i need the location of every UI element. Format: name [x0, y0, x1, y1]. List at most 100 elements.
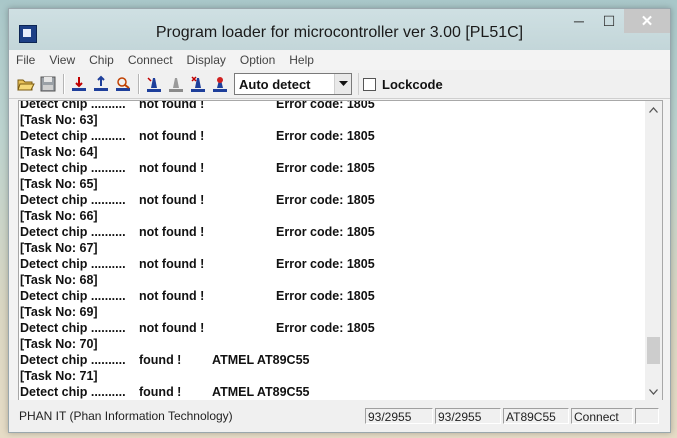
detect-label: Detect chip .......... — [20, 225, 126, 239]
log-line-task: [Task No: 70] — [20, 336, 644, 352]
scroll-down-button[interactable] — [645, 383, 662, 400]
detect-label: Detect chip .......... — [20, 289, 126, 303]
detect-status: found ! — [139, 385, 182, 399]
verify-icon — [116, 77, 130, 91]
erase-button[interactable] — [144, 74, 164, 94]
open-button[interactable] — [16, 74, 36, 94]
log-line-not-found: Detect chip .......... not found ! Error c… — [20, 192, 644, 208]
save-button[interactable] — [38, 74, 58, 94]
toolbar-separator — [138, 74, 140, 94]
blank-check-button[interactable] — [166, 74, 186, 94]
chevron-down-icon — [649, 388, 658, 395]
scroll-up-button[interactable] — [645, 101, 662, 118]
open-icon — [17, 79, 35, 91]
status-company: PHAN IT (Phan Information Technology) — [19, 409, 233, 423]
task-number: [Task No: 65] — [20, 177, 98, 191]
status-pane-extra — [635, 408, 659, 424]
lock-button[interactable] — [210, 74, 230, 94]
log-line-not-found: Detect chip .......... not found ! Error c… — [20, 288, 644, 304]
log-line-not-found: Detect chip .......... not found ! Error c… — [20, 100, 644, 112]
blank-check-icon — [169, 78, 183, 92]
log-line-not-found: Detect chip .......... not found ! Error c… — [20, 160, 644, 176]
detected-chip-name: ATMEL AT89C55 — [212, 385, 310, 399]
chip-select-arrow[interactable] — [334, 74, 351, 94]
auto-program-icon — [191, 76, 205, 92]
title-bar[interactable]: Program loader for microcontroller ver 3… — [9, 9, 670, 50]
detect-status: not found ! — [139, 225, 205, 239]
read-icon — [72, 77, 86, 91]
erase-icon — [147, 77, 161, 92]
task-number: [Task No: 63] — [20, 113, 98, 127]
detect-label: Detect chip .......... — [20, 353, 126, 367]
status-pane-chip: AT89C55 — [503, 408, 569, 424]
task-number: [Task No: 67] — [20, 241, 98, 255]
log-line-not-found: Detect chip .......... not found ! Error c… — [20, 128, 644, 144]
maximize-button[interactable]: ☐ — [594, 9, 624, 33]
detect-status: not found ! — [139, 321, 205, 335]
task-number: [Task No: 66] — [20, 209, 98, 223]
scroll-thumb[interactable] — [647, 337, 660, 364]
log-line-task: [Task No: 63] — [20, 112, 644, 128]
menu-help[interactable]: Help — [282, 50, 321, 70]
detect-status: found ! — [139, 353, 182, 367]
log-line-found: Detect chip .......... found ! ATMEL AT89C… — [20, 384, 644, 400]
menu-connect[interactable]: Connect — [121, 50, 180, 70]
menu-file[interactable]: File — [9, 50, 42, 70]
lock-icon — [213, 77, 227, 92]
detect-status: not found ! — [139, 257, 205, 271]
log-line-not-found: Detect chip .......... not found ! Error c… — [20, 320, 644, 336]
task-number: [Task No: 71] — [20, 369, 98, 383]
status-pane-progress-2: 93/2955 — [435, 408, 501, 424]
detect-label: Detect chip .......... — [20, 257, 126, 271]
menu-option[interactable]: Option — [233, 50, 282, 70]
log-line-task: [Task No: 71] — [20, 368, 644, 384]
task-number: [Task No: 68] — [20, 273, 98, 287]
log-line-task: [Task No: 66] — [20, 208, 644, 224]
log-line-task: [Task No: 68] — [20, 272, 644, 288]
detect-label: Detect chip .......... — [20, 100, 126, 111]
detect-status: not found ! — [139, 161, 205, 175]
menu-bar: File View Chip Connect Display Option He… — [9, 50, 670, 71]
chevron-up-icon — [649, 106, 658, 113]
status-pane-connection: Connect — [571, 408, 633, 424]
error-code: Error code: 1805 — [276, 321, 375, 335]
verify-button[interactable] — [113, 74, 133, 94]
detect-status: not found ! — [139, 129, 205, 143]
menu-view[interactable]: View — [42, 50, 82, 70]
log-line-task: [Task No: 65] — [20, 176, 644, 192]
task-number: [Task No: 64] — [20, 145, 98, 159]
log-line-not-found: Detect chip .......... not found ! Error c… — [20, 256, 644, 272]
detect-label: Detect chip .......... — [20, 129, 126, 143]
detect-label: Detect chip .......... — [20, 321, 126, 335]
log-line-task: [Task No: 64] — [20, 144, 644, 160]
error-code: Error code: 1805 — [276, 193, 375, 207]
toolbar: Auto detect Lockcode — [9, 70, 670, 99]
task-number: [Task No: 70] — [20, 337, 98, 351]
error-code: Error code: 1805 — [276, 257, 375, 271]
close-icon: ✕ — [640, 13, 654, 30]
lockcode-checkbox[interactable] — [363, 77, 376, 91]
detect-status: not found ! — [139, 193, 205, 207]
status-pane-progress-1: 93/2955 — [365, 408, 433, 424]
lockcode-label: Lockcode — [382, 76, 443, 92]
error-code: Error code: 1805 — [276, 129, 375, 143]
menu-display[interactable]: Display — [180, 50, 233, 70]
close-button[interactable]: ✕ — [624, 9, 670, 33]
detect-label: Detect chip .......... — [20, 385, 126, 399]
log-lines: Detect chip .......... not found ! Error c… — [20, 100, 644, 400]
window-controls: ─ ☐ ✕ — [564, 9, 670, 33]
auto-program-button[interactable] — [188, 74, 208, 94]
menu-chip[interactable]: Chip — [82, 50, 121, 70]
lockcode-toggle[interactable]: Lockcode — [358, 73, 443, 95]
program-loader-window: Program loader for microcontroller ver 3… — [8, 8, 671, 433]
minimize-button[interactable]: ─ — [564, 9, 594, 33]
error-code: Error code: 1805 — [276, 100, 375, 111]
write-button[interactable] — [91, 74, 111, 94]
error-code: Error code: 1805 — [276, 225, 375, 239]
detect-status: not found ! — [139, 289, 205, 303]
chip-select[interactable]: Auto detect — [234, 73, 352, 95]
read-button[interactable] — [69, 74, 89, 94]
detect-label: Detect chip .......... — [20, 161, 126, 175]
log-scrollbar[interactable] — [645, 101, 662, 400]
log-output[interactable]: Detect chip .......... not found ! Error c… — [18, 100, 663, 401]
